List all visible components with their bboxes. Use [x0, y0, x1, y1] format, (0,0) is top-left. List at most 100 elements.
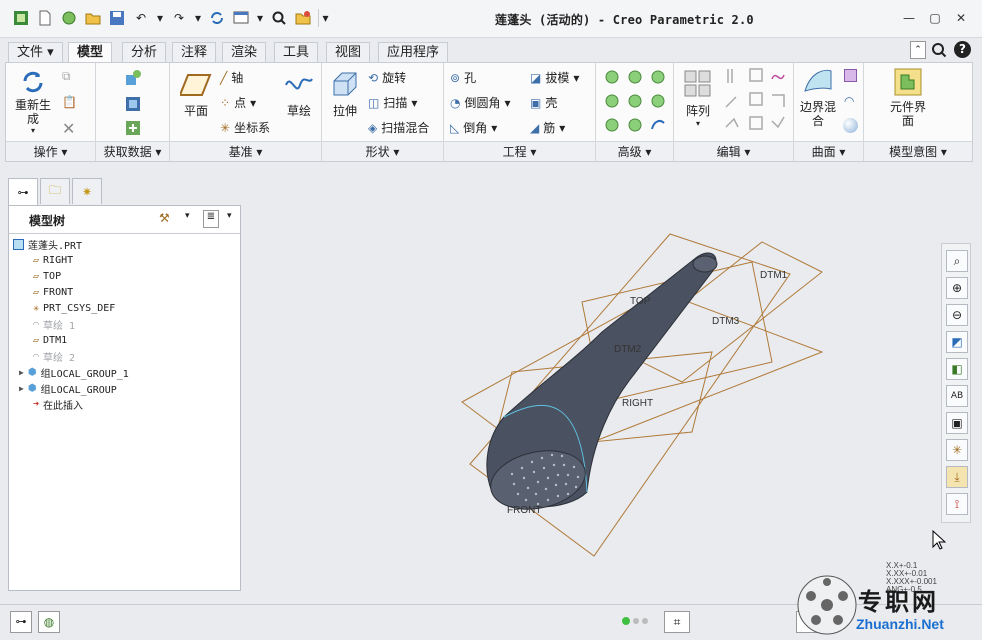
round-button[interactable]: ◔ 倒圆角 ▾	[450, 94, 511, 111]
csys-button[interactable]: ✳ 坐标系	[220, 119, 270, 136]
axis-button[interactable]: ╱ 轴	[220, 69, 243, 86]
sweep-button[interactable]: ◫ 扫描 ▾	[368, 94, 417, 111]
shell-button[interactable]: ▣ 壳	[530, 94, 557, 111]
zoom-out-button[interactable]: ⊖	[946, 304, 968, 326]
tree-item-front[interactable]: ▱ FRONT	[33, 284, 73, 300]
freestyle-icon[interactable]: ◠	[844, 94, 854, 108]
pattern-button[interactable]: 阵列 ▾	[680, 69, 716, 128]
tab-model-tree[interactable]: ⊶	[8, 178, 38, 206]
group-label-advanced[interactable]: 高级 ▾	[596, 141, 673, 161]
undo-dropdown-icon[interactable]: ▾	[156, 9, 164, 27]
extrude-button[interactable]: 拉伸	[328, 69, 362, 119]
group-label-shape[interactable]: 形状 ▾	[322, 141, 443, 161]
browser-toggle-icon[interactable]: ◍	[38, 611, 60, 633]
chamfer-button[interactable]: ◺ 倒角 ▾	[450, 119, 497, 136]
tree-item-part[interactable]: 莲蓬头.PRT	[13, 236, 82, 252]
delete-icon[interactable]: ✕	[62, 119, 75, 138]
undo-icon[interactable]: ↶	[132, 9, 150, 27]
boundary-blend-button[interactable]: 边界混合	[798, 67, 838, 128]
tab-render[interactable]: 渲染	[222, 42, 267, 62]
tab-folder-browser[interactable]: 🗀	[40, 178, 70, 204]
minimize-button[interactable]: —	[901, 10, 917, 26]
tab-view[interactable]: 视图	[326, 42, 371, 62]
expand-arrow-icon[interactable]: ▶	[19, 384, 24, 393]
show-filters-icon[interactable]: ≣	[203, 210, 219, 228]
redo-icon[interactable]: ↷	[170, 9, 188, 27]
fill-surface-icon[interactable]	[844, 69, 857, 82]
tree-item-csys[interactable]: ✳ PRT_CSYS_DEF	[33, 300, 115, 316]
hole-button[interactable]: ⊚ 孔	[450, 69, 476, 86]
tab-applications[interactable]: 应用程序	[378, 42, 449, 62]
display-style-button[interactable]: ◧	[946, 358, 968, 380]
tree-settings-icon[interactable]: ⚒	[159, 211, 170, 225]
tab-analysis[interactable]: 分析	[122, 42, 167, 62]
help-icon[interactable]: ?	[954, 41, 971, 58]
regenerate-quick-icon[interactable]	[208, 9, 226, 27]
plane-button[interactable]: 平面	[176, 71, 216, 119]
group-label-engineering[interactable]: 工程 ▾	[444, 141, 595, 161]
merge-inheritance-icon[interactable]	[124, 119, 142, 140]
group-label-operation[interactable]: 操作 ▾	[6, 141, 95, 161]
shrinkwrap-icon[interactable]	[124, 95, 142, 116]
component-interface-button[interactable]: 元件界面	[888, 67, 928, 128]
open-folder-icon[interactable]	[84, 9, 102, 27]
group-label-datum[interactable]: 基准 ▾	[170, 141, 321, 161]
navigator-toggle-icon[interactable]: ⊶	[10, 611, 32, 633]
sketch-button[interactable]: 草绘	[282, 71, 316, 119]
zoom-in-button[interactable]: ⊕	[946, 277, 968, 299]
copy-icon[interactable]: ⧉	[62, 69, 71, 84]
tree-item-right[interactable]: ▱ RIGHT	[33, 252, 73, 268]
tab-file[interactable]: 文件 ▾	[8, 42, 63, 62]
windows-icon[interactable]	[232, 9, 250, 27]
spin-center-button[interactable]: ⤓	[946, 466, 968, 488]
new-file-icon[interactable]	[36, 9, 54, 27]
redo-dropdown-icon[interactable]: ▾	[194, 9, 202, 27]
group-label-get-data[interactable]: 获取数据 ▾	[96, 141, 169, 161]
tree-item-dtm1[interactable]: ▱ DTM1	[33, 332, 67, 348]
regenerate-button[interactable]: 重新生成 ▾	[11, 69, 55, 135]
tree-item-local-group[interactable]: ▶ ⬢ 组LOCAL_GROUP	[19, 380, 117, 396]
group-label-model-intent[interactable]: 模型意图 ▾	[864, 141, 972, 161]
annotation-display-button[interactable]: ⟟	[946, 493, 968, 515]
minimize-ribbon-button[interactable]: ⌃	[910, 41, 926, 59]
tree-item-local-group-1[interactable]: ▶ ⬢ 组LOCAL_GROUP_1	[19, 364, 129, 380]
maximize-button[interactable]: ▢	[927, 10, 943, 26]
tab-model[interactable]: 模型	[68, 42, 113, 63]
tree-item-insert-here[interactable]: ➜ 在此插入	[33, 396, 83, 412]
tab-tools[interactable]: 工具	[274, 42, 319, 62]
tree-item-sketch-2[interactable]: ⌒ 草绘 2	[33, 348, 75, 364]
refit-button[interactable]: ⌕	[946, 250, 968, 272]
tree-item-top[interactable]: ▱ TOP	[33, 268, 61, 284]
draft-button[interactable]: ◪ 拔模 ▾	[530, 69, 579, 86]
group-label-surfaces[interactable]: 曲面 ▾	[794, 141, 863, 161]
customize-toolbar-icon[interactable]: ▾	[318, 9, 329, 27]
swept-blend-button[interactable]: ◈ 扫描混合	[368, 119, 429, 136]
repaint-button[interactable]: ◩	[946, 331, 968, 353]
find-icon[interactable]: ⌗	[664, 611, 690, 633]
edit-tool-icons[interactable]	[720, 63, 792, 139]
advanced-feature-icons[interactable]	[596, 63, 674, 139]
style-sphere-icon[interactable]	[843, 118, 858, 133]
revolve-button[interactable]: ⟲ 旋转	[368, 69, 406, 86]
open-session-icon[interactable]	[60, 9, 78, 27]
expand-arrow-icon[interactable]: ▶	[19, 368, 24, 377]
tree-item-sketch-1[interactable]: ⌒ 草绘 1	[33, 316, 75, 332]
datum-display-button[interactable]: ✳	[946, 439, 968, 461]
group-label-edit[interactable]: 编辑 ▾	[674, 141, 793, 161]
tab-annotate[interactable]: 注释	[172, 42, 217, 62]
tab-favorites[interactable]: ✷	[72, 178, 102, 204]
close-button[interactable]: ✕	[953, 10, 969, 26]
show-dropdown[interactable]: ▾	[227, 211, 232, 221]
paste-icon[interactable]: 📋	[62, 95, 77, 109]
close-window-folder-icon[interactable]	[294, 9, 312, 27]
saved-orientations-button[interactable]: AB	[946, 385, 968, 407]
point-button[interactable]: ⁘ 点 ▾	[220, 94, 256, 111]
graphics-window[interactable]: DTM1 DTM3 DTM2 TOP RIGHT FRONT X.X+-0.1 …	[242, 162, 982, 602]
search-quick-icon[interactable]	[270, 9, 288, 27]
copy-geometry-icon[interactable]	[124, 69, 142, 90]
tree-settings-dropdown[interactable]: ▾	[185, 211, 190, 221]
save-icon[interactable]	[108, 9, 126, 27]
rib-button[interactable]: ◢ 筋 ▾	[530, 119, 565, 136]
view-manager-button[interactable]: ▣	[946, 412, 968, 434]
search-icon[interactable]	[931, 41, 947, 59]
